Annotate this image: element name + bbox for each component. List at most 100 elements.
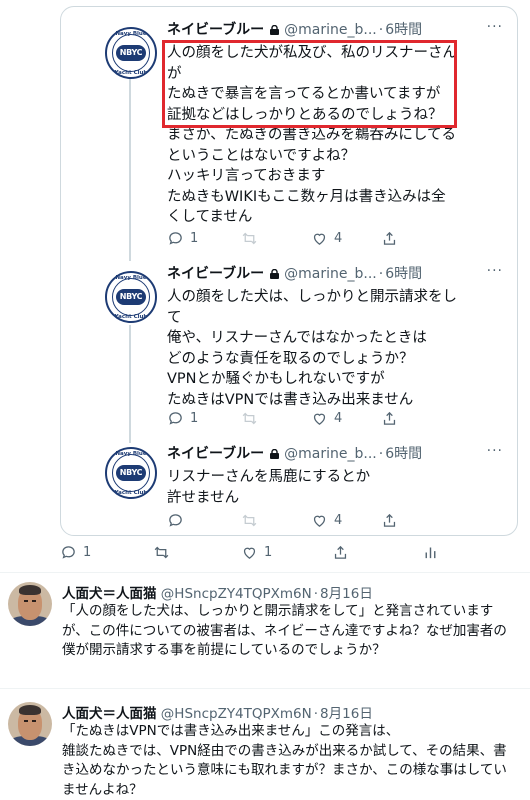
more-options-icon[interactable]: ··· xyxy=(487,19,503,35)
avatar[interactable] xyxy=(8,702,52,746)
tweet-line: て xyxy=(167,309,182,326)
timestamp[interactable]: 6時間 xyxy=(385,446,422,462)
logo-bottom-text: Yacht Club xyxy=(114,70,148,76)
tweet-line: 僕が開示請求する事を前提にしているのでしょうか？ xyxy=(62,642,386,658)
retweet-button[interactable] xyxy=(241,409,258,427)
quoted-thread-card[interactable]: Navy Blue NBYC Yacht Club ネイビーブルー @marine… xyxy=(60,6,518,536)
like-button[interactable]: 4 xyxy=(311,511,342,529)
thread-connector xyxy=(129,79,131,261)
share-button[interactable] xyxy=(381,229,398,247)
like-button[interactable]: 4 xyxy=(311,229,342,247)
lock-icon xyxy=(270,25,280,35)
logo-top-text: Navy Blue xyxy=(115,275,147,281)
logo-top-text: Navy Blue xyxy=(115,31,147,37)
separator-dot: · xyxy=(378,22,384,38)
handle[interactable]: @HSncpZY4TQPXm6N xyxy=(161,586,312,602)
tweet-line: まさか、たぬきの書き込みを鵜呑みにしてる xyxy=(167,127,456,143)
like-count: 1 xyxy=(264,544,273,560)
tweet-line: が、この件についての被害者は、ネイビーさん達ですよね？なぜ加害者の xyxy=(62,622,507,639)
heart-icon xyxy=(313,233,326,245)
display-name[interactable]: ネイビーブルー xyxy=(167,266,264,282)
reply-button[interactable] xyxy=(167,511,190,529)
tweet-header: 人面犬＝人面猫 @HSncpZY4TQPXm6N · 8月16日 xyxy=(62,702,373,722)
tweet-text: 「たぬきはVPNでは書き込み出来ません」この発言は、 雑談たぬきでは、VPN経由… xyxy=(62,722,522,800)
retweet-icon xyxy=(154,546,169,558)
retweet-icon xyxy=(242,412,257,424)
handle[interactable]: @marine_b... xyxy=(284,446,377,462)
display-name[interactable]: 人面犬＝人面猫 xyxy=(62,706,157,722)
like-button[interactable]: 1 xyxy=(241,543,272,561)
nbyc-logo-avatar[interactable]: Navy Blue NBYC Yacht Club xyxy=(105,27,157,79)
tweet-text: 「人の顔をした犬は、しっかりと開示請求をして」と発言されています が、この件につ… xyxy=(62,602,522,661)
divider xyxy=(0,572,530,573)
lock-icon xyxy=(270,449,280,459)
reply-count: 1 xyxy=(190,230,199,246)
tweet-actions: 4 xyxy=(167,511,507,529)
handle[interactable]: @HSncpZY4TQPXm6N xyxy=(161,706,312,722)
tweet-text: リスナーさんを馬鹿にするとか 許せません xyxy=(167,467,507,508)
display-name[interactable]: ネイビーブルー xyxy=(167,446,264,462)
tweet-line: き込めなかったという意味にも取れますが？まさか、この様な事はしてい xyxy=(62,762,507,778)
tweet-line: 俺や、リスナーさんではなかったときは xyxy=(167,330,427,346)
tweet-line: VPNとか騒ぐかもしれないですが xyxy=(167,371,385,387)
reply-count: 1 xyxy=(190,410,199,426)
analytics-button[interactable] xyxy=(422,543,439,561)
reply-count: 1 xyxy=(83,544,92,560)
timestamp[interactable]: 6時間 xyxy=(385,266,422,282)
tweet-header: 人面犬＝人面猫 @HSncpZY4TQPXm6N · 8月16日 xyxy=(62,582,373,602)
share-button[interactable] xyxy=(381,409,398,427)
handle[interactable]: @marine_b... xyxy=(284,22,377,38)
tweet-line: ハッキリ言っておきます xyxy=(167,168,326,184)
tweet-line: ということはないですよね？ xyxy=(167,147,356,164)
retweet-button[interactable] xyxy=(241,229,258,247)
like-button[interactable]: 4 xyxy=(311,409,342,427)
separator-dot: · xyxy=(378,446,384,462)
heart-icon xyxy=(243,547,256,559)
separator-dot: · xyxy=(313,706,319,722)
share-button[interactable] xyxy=(381,511,398,529)
tweet-line: ませんよね？ xyxy=(62,781,143,798)
tweet-line: どのような責任を取るのでしょうか？ xyxy=(167,350,414,367)
more-options-icon[interactable]: ··· xyxy=(487,263,503,279)
timestamp[interactable]: 8月16日 xyxy=(320,586,373,602)
logo-top-text: Navy Blue xyxy=(115,451,147,457)
retweet-button[interactable] xyxy=(153,543,170,561)
reply-button[interactable]: 1 xyxy=(167,229,198,247)
retweet-button[interactable] xyxy=(241,511,258,529)
tweet-text: 人の顔をした犬は、しっかりと開示請求をし て 俺や、リスナーさんではなかったとき… xyxy=(167,287,507,410)
analytics-icon xyxy=(425,547,436,558)
retweet-icon xyxy=(242,514,257,526)
reply-icon xyxy=(62,545,75,559)
thread-connector xyxy=(129,325,131,443)
tweet-line: くしてません xyxy=(167,209,253,225)
like-count: 4 xyxy=(334,512,343,528)
reply-button[interactable]: 1 xyxy=(60,543,91,561)
tweet-header: ネイビーブルー @marine_b... · 6時間 xyxy=(167,19,422,39)
logo-bottom-text: Yacht Club xyxy=(114,490,148,496)
tweet-line: 「たぬきはVPNでは書き込み出来ません」この発言は、 xyxy=(62,723,400,739)
tweet-line: たぬきはVPNでは書き込み出来ません xyxy=(167,391,414,408)
timestamp[interactable]: 6時間 xyxy=(385,22,422,38)
tweet-actions: 1 4 xyxy=(167,409,507,427)
display-name[interactable]: 人面犬＝人面猫 xyxy=(62,586,157,602)
retweet-icon xyxy=(242,232,257,244)
tweet-header: ネイビーブルー @marine_b... · 6時間 xyxy=(167,443,422,463)
avatar[interactable] xyxy=(8,582,52,626)
share-icon xyxy=(334,545,347,559)
logo-center-text: NBYC xyxy=(116,465,146,481)
nbyc-logo-avatar[interactable]: Navy Blue NBYC Yacht Club xyxy=(105,271,157,323)
reply-icon xyxy=(169,231,182,245)
share-button[interactable] xyxy=(332,543,349,561)
reply-button[interactable]: 1 xyxy=(167,409,198,427)
timestamp[interactable]: 8月16日 xyxy=(320,706,373,722)
nbyc-logo-avatar[interactable]: Navy Blue NBYC Yacht Club xyxy=(105,447,157,499)
separator-dot: · xyxy=(313,586,319,602)
handle[interactable]: @marine_b... xyxy=(284,266,377,282)
like-count: 4 xyxy=(334,410,343,426)
logo-center-text: NBYC xyxy=(116,45,146,61)
display-name[interactable]: ネイビーブルー xyxy=(167,22,264,38)
more-options-icon[interactable]: ··· xyxy=(487,443,503,459)
tweet-header: ネイビーブルー @marine_b... · 6時間 xyxy=(167,263,422,283)
tweet-line: リスナーさんを馬鹿にするとか xyxy=(167,469,371,485)
heart-icon xyxy=(313,413,326,425)
